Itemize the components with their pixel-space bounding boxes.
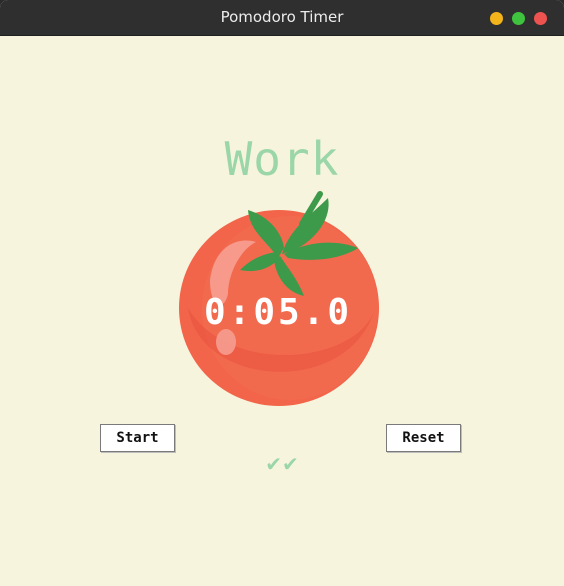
app-window: Pomodoro Timer Work 0:05.0 Start Reset ✔… (0, 0, 564, 586)
completed-sessions-checkmarks: ✔✔ (265, 452, 299, 476)
reset-button[interactable]: Reset (386, 424, 461, 452)
timer-display: 0:05.0 (203, 292, 353, 333)
close-button[interactable] (534, 12, 547, 25)
maximize-button[interactable] (512, 12, 525, 25)
timer-heading: Work (224, 132, 340, 186)
main-canvas: Work 0:05.0 Start Reset ✔✔ (0, 36, 564, 586)
start-button[interactable]: Start (100, 424, 175, 452)
title-bar[interactable]: Pomodoro Timer (0, 0, 564, 36)
window-title: Pomodoro Timer (220, 8, 344, 26)
minimize-button[interactable] (490, 12, 503, 25)
